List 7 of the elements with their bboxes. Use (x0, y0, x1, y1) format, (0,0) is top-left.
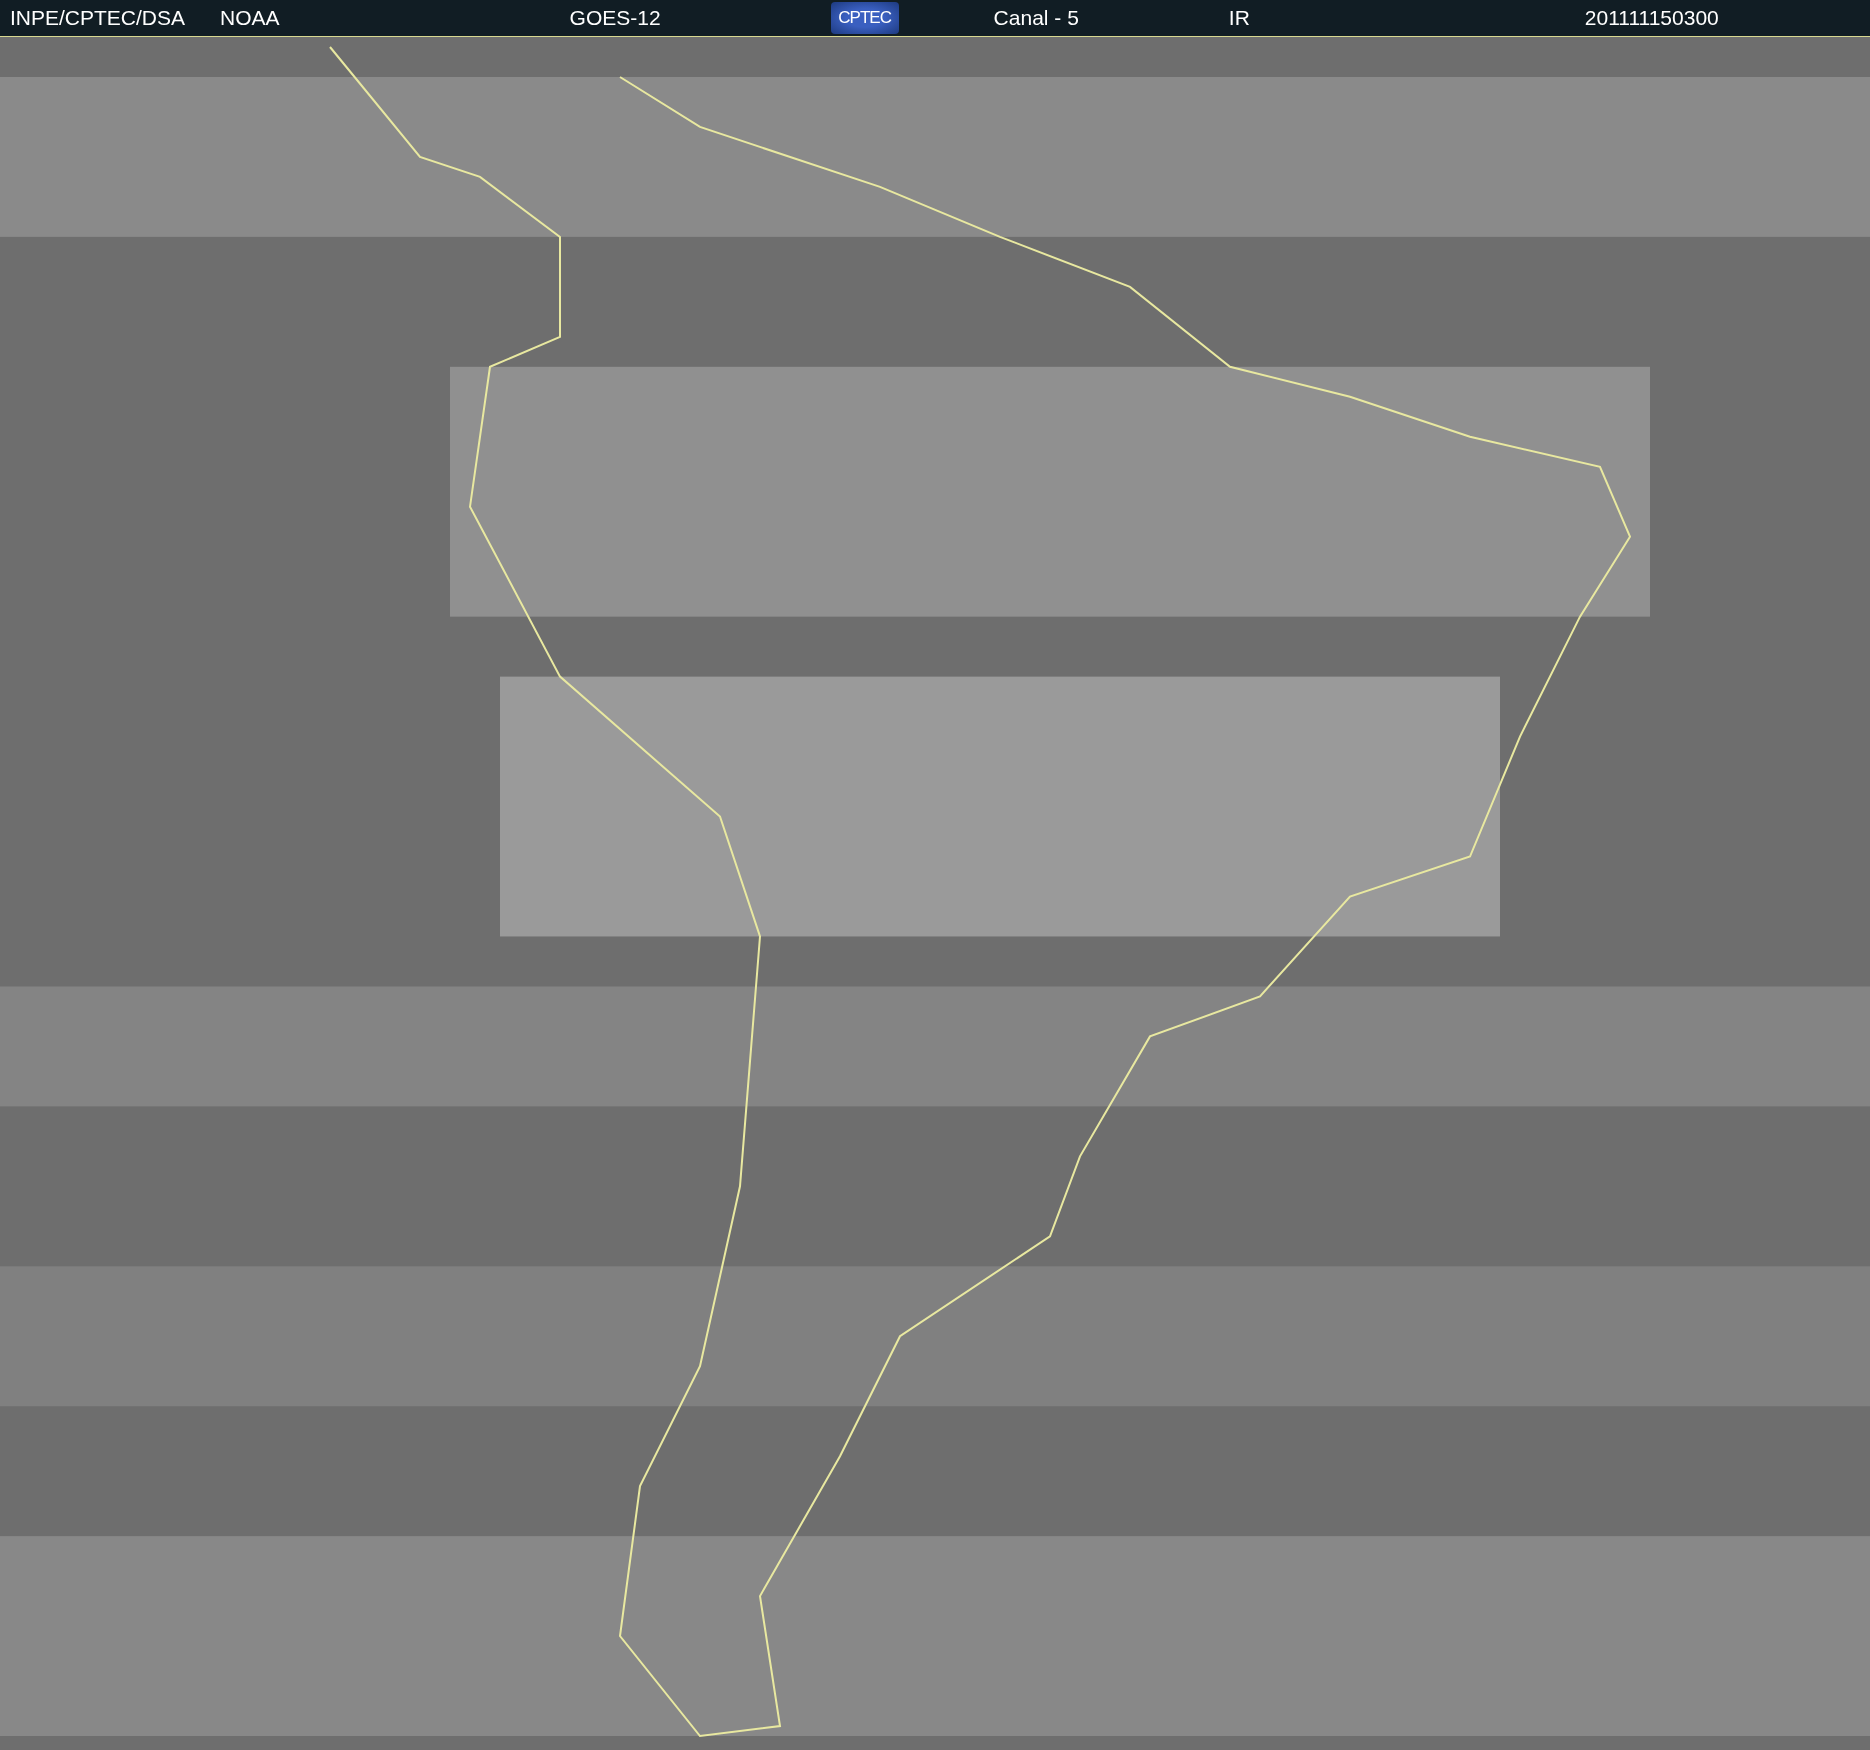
source-label: INPE/CPTEC/DSA (10, 6, 186, 30)
band-label: IR (1228, 6, 1250, 30)
timestamp-label: 201111150300 (1584, 6, 1719, 30)
satellite-label: GOES-12 (569, 6, 661, 30)
channel-label: Canal - 5 (993, 6, 1079, 30)
logo: CPTEC (830, 2, 899, 34)
agency-label: NOAA (220, 6, 280, 30)
